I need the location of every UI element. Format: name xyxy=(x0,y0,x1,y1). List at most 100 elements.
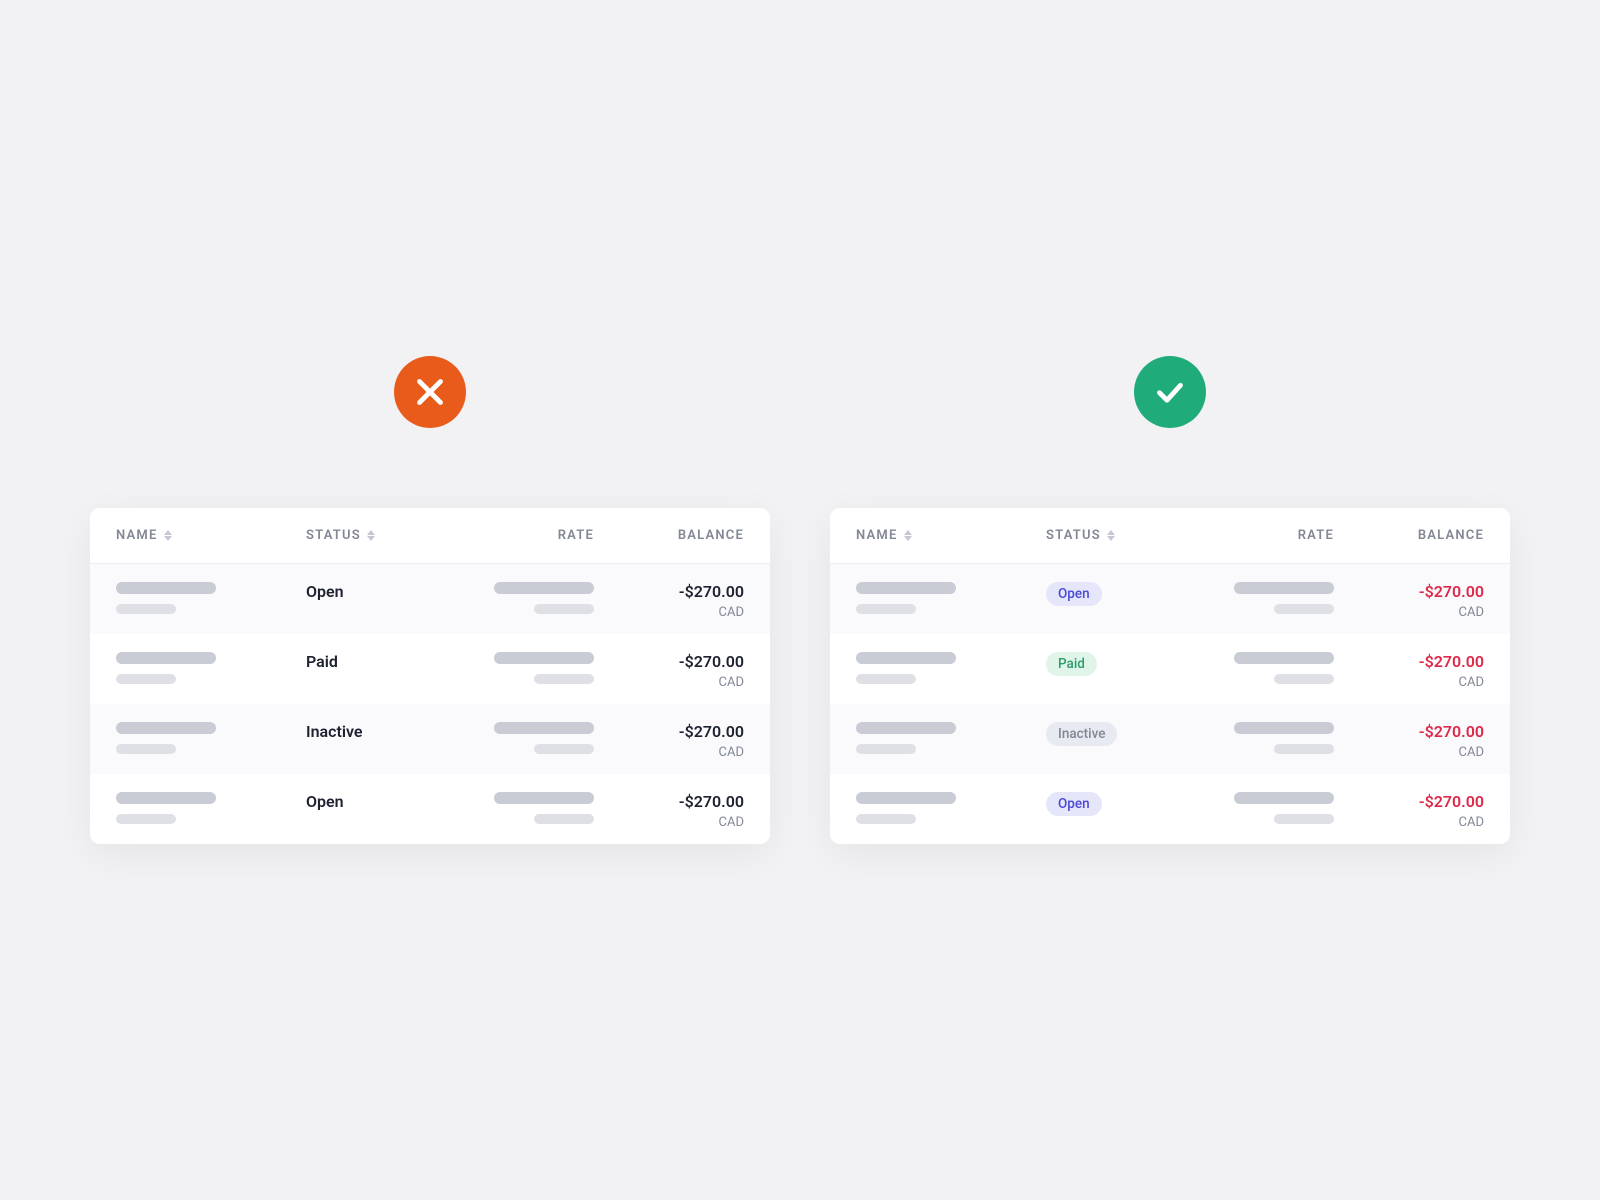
table-card: NAME STATUS RATE BALANCE Open -$270.00 CAD… xyxy=(90,508,770,844)
cell-name xyxy=(856,652,1046,684)
table-body-right: Open-$270.00CADPaid-$270.00CADInactive-$… xyxy=(830,564,1510,844)
table-card: NAME STATUS RATE BALANCE Open-$270.00CAD… xyxy=(830,508,1510,844)
cell-status: Open xyxy=(1046,792,1216,816)
placeholder-line xyxy=(1274,814,1334,824)
col-label: BALANCE xyxy=(678,528,744,543)
table-row[interactable]: Inactive -$270.00 CAD xyxy=(830,704,1510,774)
placeholder-line xyxy=(116,582,216,594)
placeholder-line xyxy=(534,674,594,684)
balance-currency: CAD xyxy=(1334,745,1484,760)
cell-rate xyxy=(476,652,594,684)
placeholder-line xyxy=(856,674,916,684)
table-row[interactable]: Open -$270.00CAD xyxy=(830,564,1510,634)
col-header-status[interactable]: STATUS xyxy=(306,528,476,543)
placeholder-line xyxy=(534,744,594,754)
table-row[interactable]: Open -$270.00CAD xyxy=(830,774,1510,844)
placeholder-line xyxy=(856,722,956,734)
cell-balance: -$270.00 CAD xyxy=(594,792,744,830)
cell-name xyxy=(856,722,1046,754)
placeholder-line xyxy=(856,652,956,664)
col-header-name[interactable]: NAME xyxy=(116,528,306,543)
placeholder-line xyxy=(494,582,594,594)
status-text: Open xyxy=(306,582,344,601)
cell-rate xyxy=(476,722,594,754)
col-label: NAME xyxy=(856,528,898,543)
placeholder-line xyxy=(1274,674,1334,684)
cell-name xyxy=(856,582,1046,614)
status-badge: Inactive xyxy=(1046,722,1117,746)
table-row[interactable]: Open -$270.00 CAD xyxy=(90,564,770,634)
placeholder-line xyxy=(856,814,916,824)
placeholder-line xyxy=(534,604,594,614)
placeholder-line xyxy=(1274,604,1334,614)
placeholder-line xyxy=(494,652,594,664)
placeholder-line xyxy=(494,722,594,734)
col-header-status[interactable]: STATUS xyxy=(1046,528,1216,543)
col-label: RATE xyxy=(558,528,594,543)
status-text: Open xyxy=(306,792,344,811)
status-text: Paid xyxy=(306,652,338,671)
col-header-rate: RATE xyxy=(1216,528,1334,543)
sort-icon xyxy=(164,530,172,541)
example-incorrect: NAME STATUS RATE BALANCE Open -$270.00 CAD… xyxy=(90,356,770,844)
table-header: NAME STATUS RATE BALANCE xyxy=(90,508,770,564)
example-correct: NAME STATUS RATE BALANCE Open-$270.00CAD… xyxy=(830,356,1510,844)
placeholder-line xyxy=(116,652,216,664)
status-badge: Paid xyxy=(1046,652,1097,676)
placeholder-line xyxy=(1234,652,1334,664)
table-row[interactable]: Paid-$270.00CAD xyxy=(830,634,1510,704)
sort-icon xyxy=(1107,530,1115,541)
placeholder-line xyxy=(856,744,916,754)
col-header-name[interactable]: NAME xyxy=(856,528,1046,543)
balance-amount: -$270.00 xyxy=(594,792,744,811)
placeholder-line xyxy=(856,604,916,614)
placeholder-line xyxy=(1274,744,1334,754)
check-icon xyxy=(1152,374,1188,410)
table-body-left: Open-$270.00CADPaid-$270.00CADInactive-$… xyxy=(90,564,770,844)
col-label: NAME xyxy=(116,528,158,543)
col-header-balance: BALANCE xyxy=(594,528,744,543)
cell-name xyxy=(116,652,306,684)
cell-status: Open xyxy=(306,582,476,601)
balance-currency: CAD xyxy=(1334,605,1484,620)
balance-currency: CAD xyxy=(594,605,744,620)
col-label: STATUS xyxy=(1046,528,1101,543)
table-row[interactable]: Paid -$270.00CAD xyxy=(90,634,770,704)
placeholder-line xyxy=(116,604,176,614)
cell-name xyxy=(856,792,1046,824)
incorrect-badge xyxy=(394,356,466,428)
col-label: BALANCE xyxy=(1418,528,1484,543)
cell-balance: -$270.00CAD xyxy=(594,722,744,760)
cell-name xyxy=(116,582,306,614)
balance-amount: -$270.00 xyxy=(1334,722,1484,741)
balance-amount: -$270.00 xyxy=(1334,652,1484,671)
placeholder-line xyxy=(856,582,956,594)
col-label: RATE xyxy=(1298,528,1334,543)
balance-amount: -$270.00 xyxy=(594,582,744,601)
cell-status: Open xyxy=(1046,582,1216,606)
cell-rate xyxy=(1216,722,1334,754)
cell-balance: -$270.00CAD xyxy=(1334,582,1484,620)
cell-balance: -$270.00 CAD xyxy=(594,582,744,620)
table-row[interactable]: Open -$270.00 CAD xyxy=(90,774,770,844)
placeholder-line xyxy=(1234,722,1334,734)
col-header-rate: RATE xyxy=(476,528,594,543)
balance-currency: CAD xyxy=(594,745,744,760)
cell-rate xyxy=(1216,582,1334,614)
placeholder-line xyxy=(1234,582,1334,594)
balance-currency: CAD xyxy=(594,815,744,830)
status-badge: Open xyxy=(1046,582,1102,606)
placeholder-line xyxy=(116,744,176,754)
status-text: Inactive xyxy=(306,722,363,741)
cell-status: Open xyxy=(306,792,476,811)
placeholder-line xyxy=(534,814,594,824)
cell-balance: -$270.00CAD xyxy=(1334,792,1484,830)
cell-rate xyxy=(1216,792,1334,824)
col-header-balance: BALANCE xyxy=(1334,528,1484,543)
correct-badge xyxy=(1134,356,1206,428)
cell-rate xyxy=(1216,652,1334,684)
balance-currency: CAD xyxy=(594,675,744,690)
table-row[interactable]: Inactive -$270.00CAD xyxy=(90,704,770,774)
cell-balance: -$270.00CAD xyxy=(594,652,744,690)
placeholder-line xyxy=(116,722,216,734)
